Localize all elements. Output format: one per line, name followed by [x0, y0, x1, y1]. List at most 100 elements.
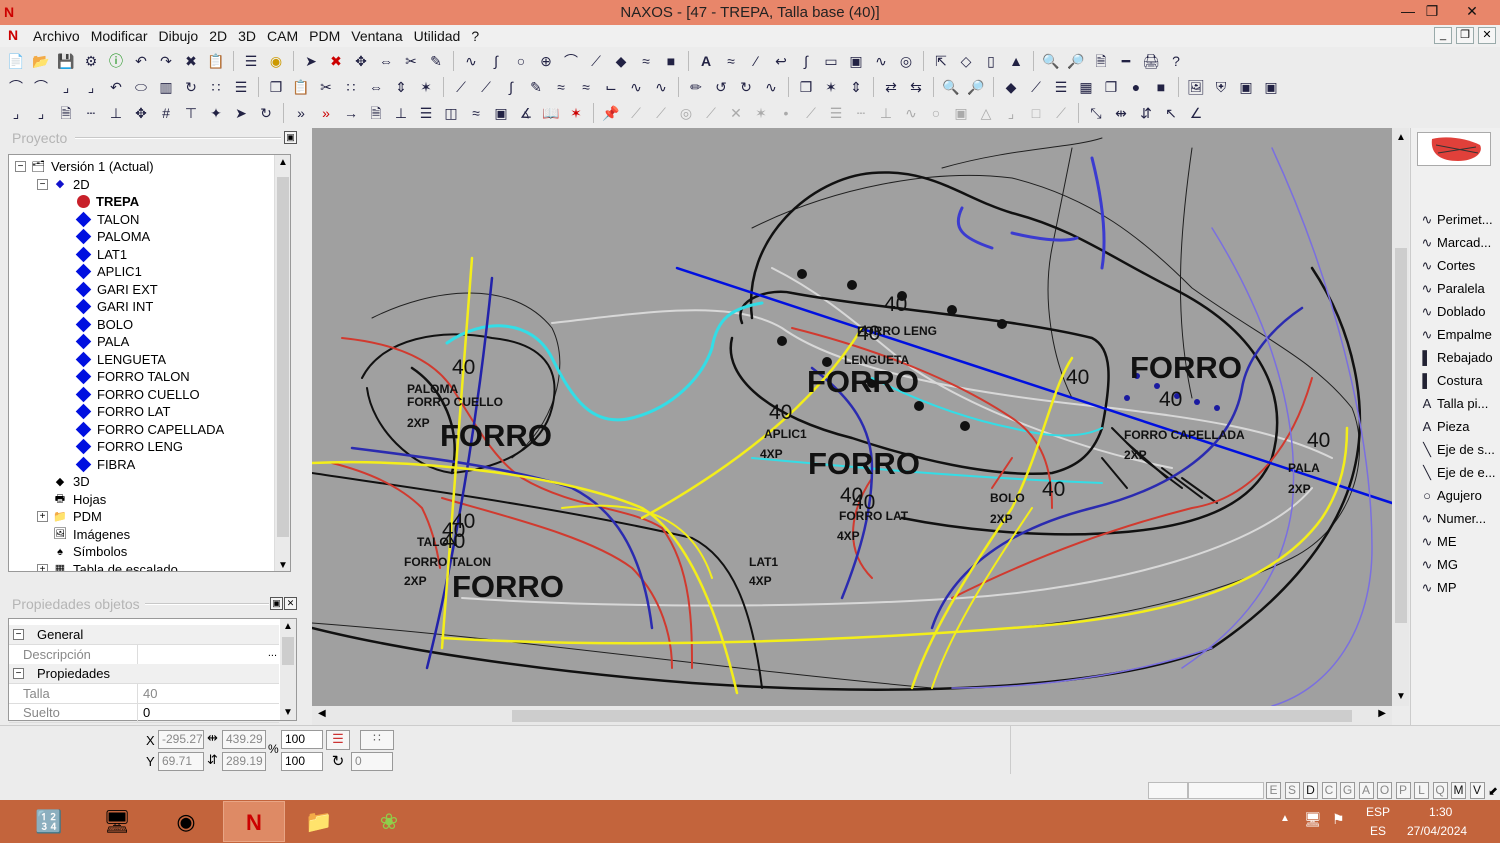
lock-scale-button[interactable]: ☰ [326, 730, 350, 750]
measure-2-icon[interactable]: ∡ [516, 103, 536, 123]
bucket-icon[interactable]: ▣ [846, 51, 866, 71]
canvas-label[interactable]: 2XP [1124, 448, 1147, 462]
path-icon[interactable]: ⟋ [1026, 77, 1046, 97]
undo-icon[interactable]: ↶ [131, 51, 151, 71]
tool-size-text[interactable]: A Talla pi... [1417, 393, 1500, 414]
canvas-label[interactable]: 2XP [1288, 482, 1311, 496]
properties-icon[interactable]: ⚙ [81, 51, 101, 71]
tree-item[interactable]: ◆ 3D [53, 473, 90, 491]
canvas-label[interactable]: BOLO [990, 491, 1025, 505]
columns-icon[interactable]: ▯ [981, 51, 1001, 71]
step-icon[interactable]: ⌙ [601, 77, 621, 97]
pointer-icon[interactable]: ➤ [231, 103, 251, 123]
wand-icon[interactable]: ✦ [206, 103, 226, 123]
size-field[interactable]: 40 [137, 684, 279, 703]
tree-item[interactable]: FORRO LENG [75, 438, 183, 456]
collapse-icon[interactable]: − [13, 629, 24, 640]
canvas-label[interactable]: 40 [1307, 429, 1330, 452]
squiggle-icon[interactable]: ∿ [761, 77, 781, 97]
canvas-label[interactable]: PALOMA [407, 382, 458, 396]
canvas-label[interactable]: 40 [1159, 388, 1182, 411]
project-tree[interactable]: − 🗂 Versión 1 (Actual) − ◆ 2D TREPA TALON PALOMA… [8, 154, 291, 572]
blob-2-icon[interactable]: ■ [1151, 77, 1171, 97]
trim-icon[interactable]: ✂ [401, 51, 421, 71]
canvas-label[interactable]: 40 [769, 401, 792, 424]
calculator-app-icon[interactable]: 🔢 [18, 801, 80, 842]
bezier-icon[interactable]: ∫ [501, 77, 521, 97]
mdi-restore-button[interactable]: ❐ [1456, 27, 1474, 44]
tree-item[interactable]: 📁 PDM [53, 508, 102, 526]
brush-icon[interactable]: ✎ [526, 77, 546, 97]
panel-float-button[interactable]: ▣ [284, 131, 297, 144]
h-dimension-icon[interactable]: ⇹ [1111, 103, 1131, 123]
tool-number[interactable]: ∿ Numer... [1417, 508, 1500, 529]
canvas-label[interactable]: 40 [884, 293, 907, 316]
mode-toggle-l[interactable]: L [1414, 782, 1429, 799]
select-arrow-icon[interactable]: ➤ [301, 51, 321, 71]
cluster-icon[interactable]: ∷ [206, 77, 226, 97]
tree-expander-icon[interactable]: + [37, 511, 48, 522]
arc-tool-icon[interactable]: ⌒ [6, 77, 26, 97]
mode-toggle-d[interactable]: D [1303, 782, 1318, 799]
pin-icon[interactable]: ⊥ [391, 103, 411, 123]
tool-me[interactable]: ∿ ME [1417, 531, 1500, 552]
tool-axis[interactable]: ╲ Eje de e... [1417, 462, 1500, 483]
diagonal-arrow-icon[interactable]: ↖ [1161, 103, 1181, 123]
menu-help[interactable]: ? [468, 28, 487, 44]
tool-parallel[interactable]: ∿ Paralela [1417, 278, 1500, 299]
explode-icon[interactable]: ✶ [416, 77, 436, 97]
rotate-right-icon[interactable]: ↻ [736, 77, 756, 97]
canvas-label[interactable]: FORRO TALON [404, 555, 491, 569]
frame-icon[interactable]: ▣ [491, 103, 511, 123]
canvas-label[interactable]: FORRO [807, 364, 919, 399]
blend-icon[interactable]: ≈ [466, 103, 486, 123]
tree-expander-icon[interactable]: − [15, 161, 26, 172]
canvas-h-scroll-thumb[interactable] [512, 710, 1352, 722]
scroll-left-icon[interactable]: ◀ [318, 708, 326, 719]
menu-modificar[interactable]: Modificar [88, 28, 156, 44]
tool-mg[interactable]: ∿ MG [1417, 554, 1500, 575]
tool-perimeter[interactable]: ∿ Perimet... [1417, 209, 1500, 230]
props-float-button[interactable]: ▣ [270, 597, 283, 610]
scale-x-field[interactable]: 100 [281, 730, 323, 749]
shield-icon[interactable]: ⛨ [1211, 77, 1231, 97]
tree-item[interactable]: ◆ 2D [53, 176, 90, 194]
canvas-v-scroll-thumb[interactable] [1395, 248, 1407, 623]
clock-date[interactable]: 27/04/2024 [1407, 824, 1467, 838]
cross-move-icon[interactable]: ✥ [131, 103, 151, 123]
naxos-app-icon[interactable]: N [223, 801, 285, 842]
table-tool-icon[interactable]: ▦ [1076, 77, 1096, 97]
mode-toggle-s[interactable]: S [1284, 782, 1300, 799]
canvas-label[interactable]: 4XP [749, 574, 772, 588]
tool-splice[interactable]: ∿ Empalme [1417, 324, 1500, 345]
tool-mp[interactable]: ∿ MP [1417, 577, 1500, 598]
tree-item[interactable]: TREPA [75, 193, 139, 211]
x-coordinate-field[interactable]: -295.27 [158, 730, 204, 749]
mode-toggle-c[interactable]: C [1321, 782, 1337, 799]
props-scroll-thumb[interactable] [282, 637, 294, 665]
menu-pdm[interactable]: PDM [306, 28, 348, 44]
tool-marker[interactable]: ∿ Marcad... [1417, 232, 1500, 253]
snap-icon[interactable]: ✶ [821, 77, 841, 97]
scroll-up-icon[interactable]: ▲ [283, 621, 293, 632]
double-arrow-red-icon[interactable]: » [316, 103, 336, 123]
canvas-label[interactable]: FORRO LAT [839, 509, 909, 523]
info-icon[interactable]: ⓘ [106, 51, 126, 71]
tool-axis[interactable]: ╲ Eje de s... [1417, 439, 1500, 460]
canvas-label[interactable]: 40 [840, 484, 863, 507]
point-icon[interactable]: ⊕ [536, 51, 556, 71]
loose-field[interactable]: 0 [137, 703, 279, 722]
diag-arrows-icon[interactable]: ⤡ [1086, 103, 1106, 123]
width-field[interactable]: 439.29 [222, 730, 266, 749]
color-icon[interactable]: ◉ [266, 51, 286, 71]
corner-2-icon[interactable]: ⌟ [31, 103, 51, 123]
erase-icon[interactable]: ✖ [326, 51, 346, 71]
y-coordinate-field[interactable]: 69.71 [158, 752, 204, 771]
mode-toggle-v[interactable]: V [1469, 782, 1485, 799]
tree-item[interactable]: ♠ Símbolos [53, 543, 127, 561]
canvas-horizontal-scrollbar[interactable]: ◀ ▶ [312, 706, 1392, 725]
arc-icon[interactable]: ⌒ [561, 51, 581, 71]
zoom-out-icon[interactable]: 🔎 [1066, 51, 1086, 71]
description-field[interactable] [137, 645, 279, 664]
join-icon[interactable]: ⇄ [881, 77, 901, 97]
